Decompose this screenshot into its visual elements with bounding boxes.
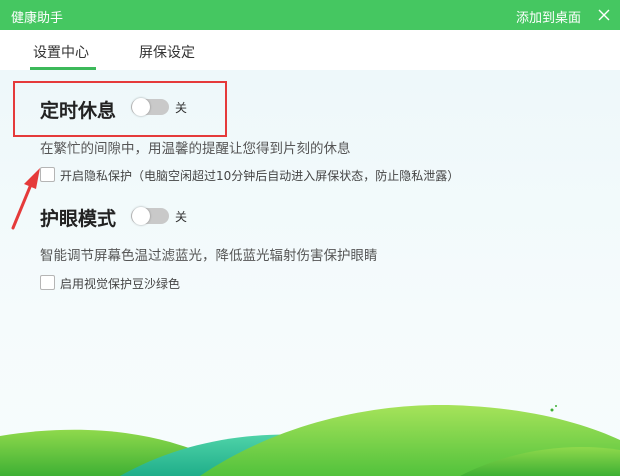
window-title: 健康助手 <box>11 11 64 26</box>
privacy-checkbox-label: 开启隐私保护（电脑空闲超过10分钟后自动进入屏保状态，防止隐私泄露） <box>60 169 460 183</box>
green-color-checkbox-label: 启用视觉保护豆沙绿色 <box>60 277 181 291</box>
eye-toggle-label: 关 <box>175 210 188 224</box>
green-color-checkbox[interactable] <box>40 275 55 290</box>
eye-toggle-knob <box>132 207 150 225</box>
tab-screensaver-settings[interactable]: 屏保设定 <box>139 42 195 62</box>
tab-bar: 设置中心 屏保设定 <box>0 30 620 70</box>
add-to-desktop-link[interactable]: 添加到桌面 <box>516 7 581 26</box>
tab-settings-center[interactable]: 设置中心 <box>33 42 89 62</box>
rest-toggle-knob <box>132 98 150 116</box>
eye-description: 智能调节屏幕色温过滤蓝光，降低蓝光辐射伤害保护眼睛 <box>40 248 378 264</box>
rest-description: 在繁忙的间隙中，用温馨的提醒让您得到片刻的休息 <box>40 141 351 157</box>
eye-toggle[interactable] <box>131 207 169 225</box>
eye-title: 护眼模式 <box>40 208 117 230</box>
rest-toggle[interactable] <box>131 98 169 116</box>
title-bar: 健康助手 添加到桌面 <box>0 0 620 30</box>
close-icon[interactable] <box>596 7 612 23</box>
rest-toggle-label: 关 <box>175 101 188 115</box>
settings-panel: 定时休息 关 在繁忙的间隙中，用温馨的提醒让您得到片刻的休息 开启隐私保护（电脑… <box>0 70 620 476</box>
